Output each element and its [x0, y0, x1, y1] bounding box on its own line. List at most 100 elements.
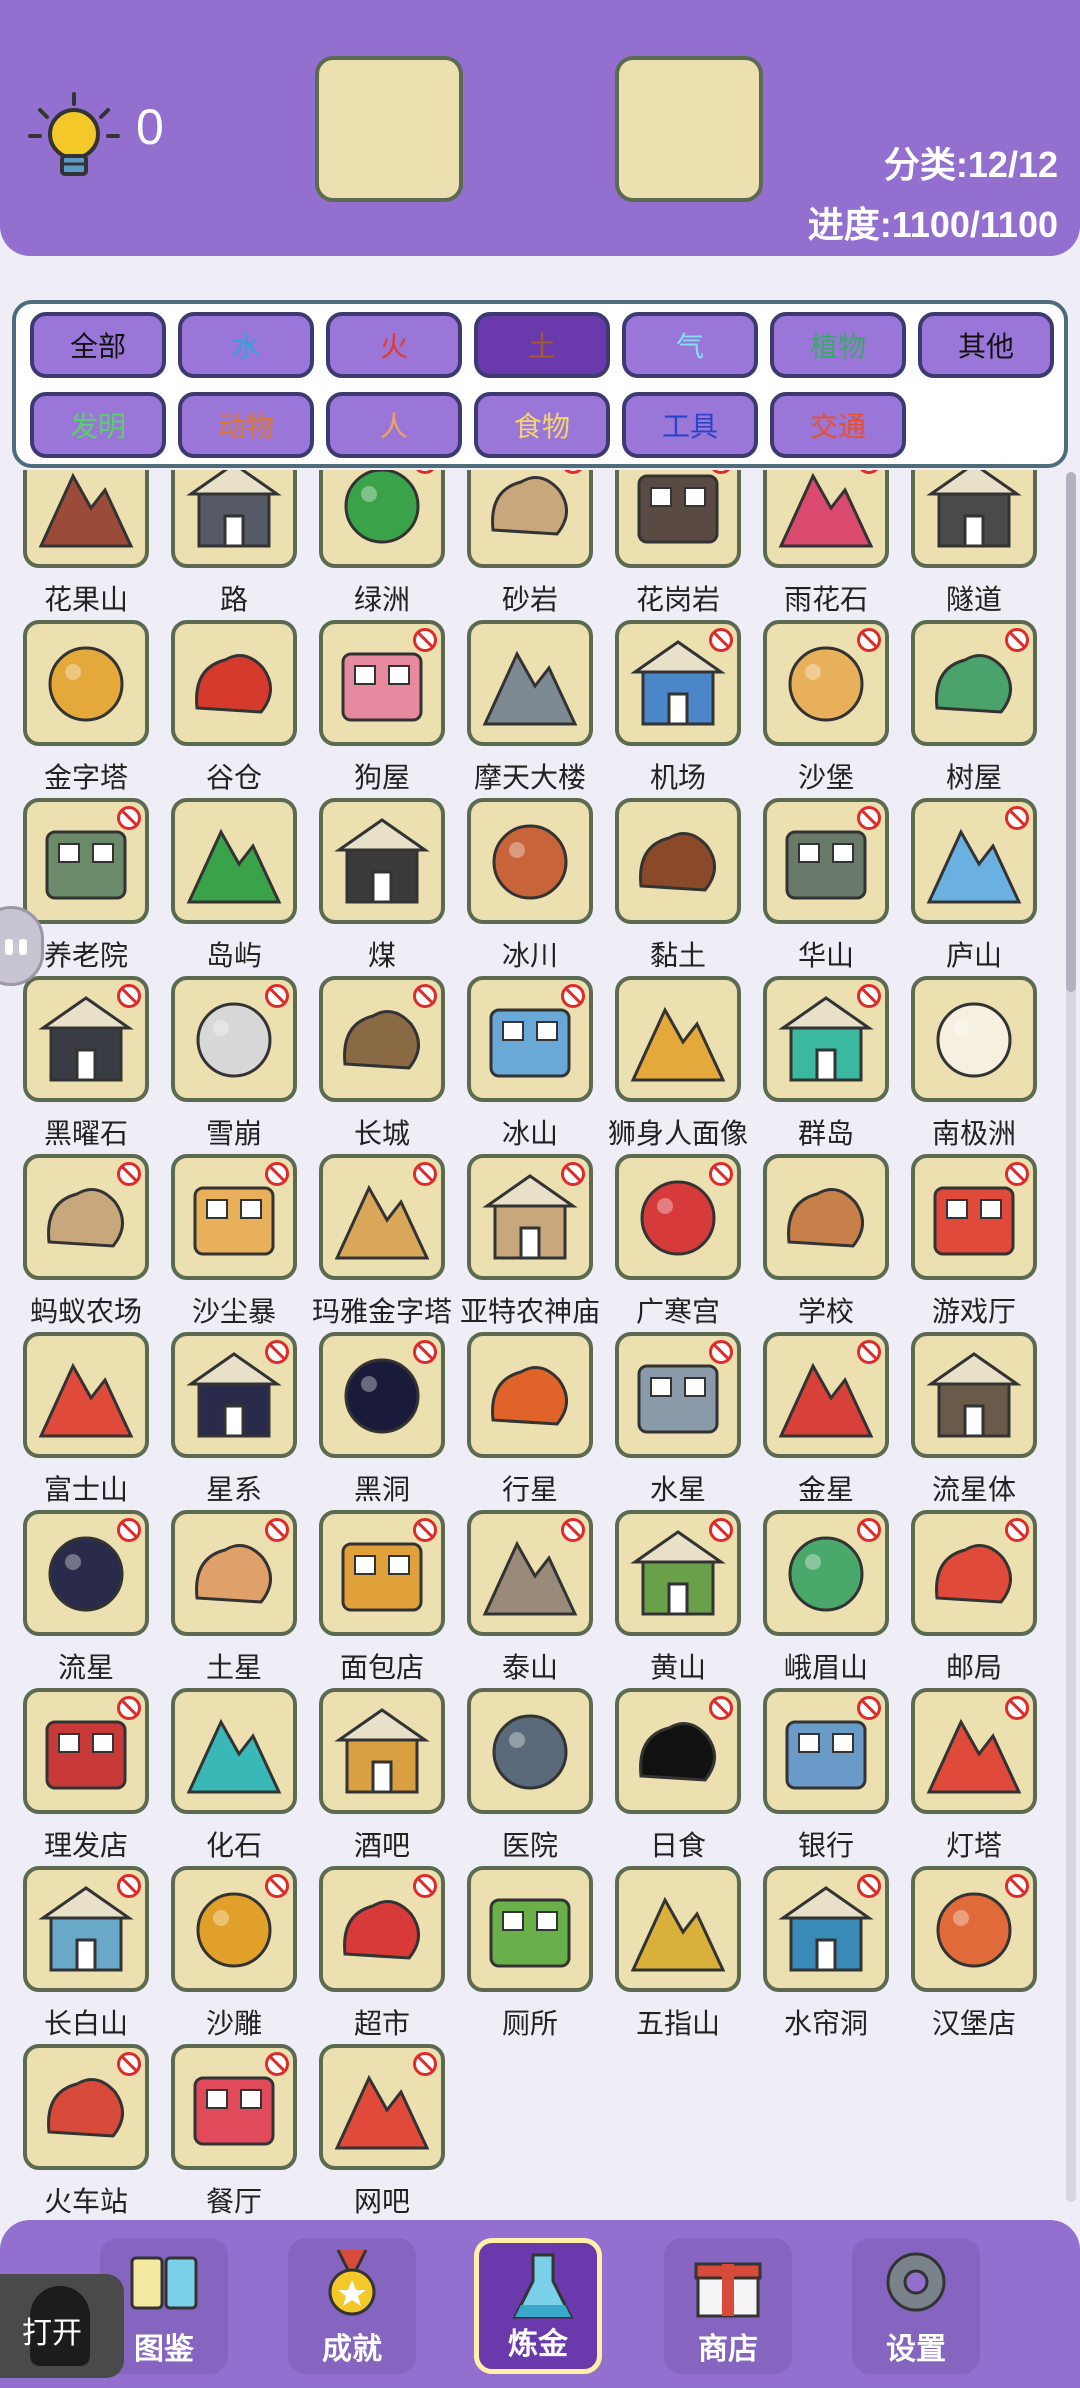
element-tile[interactable]: 网吧 [308, 2044, 456, 2220]
element-tile[interactable]: 隧道 [900, 470, 1048, 618]
nav-tab[interactable]: 设置 [852, 2238, 980, 2374]
element-tile[interactable]: 邮局 [900, 1510, 1048, 1686]
element-icon-box[interactable] [171, 1510, 297, 1636]
element-tile[interactable]: 流星体 [900, 1332, 1048, 1508]
element-tile[interactable]: 岛屿 [160, 798, 308, 974]
element-icon-box[interactable] [763, 470, 889, 568]
element-tile[interactable]: 玛雅金字塔 [308, 1154, 456, 1330]
element-icon-box[interactable] [171, 620, 297, 746]
element-tile[interactable]: 黑曜石 [12, 976, 160, 1152]
element-icon-box[interactable] [911, 470, 1037, 568]
nav-tab[interactable]: 成就 [288, 2238, 416, 2374]
element-tile[interactable]: 花果山 [12, 470, 160, 618]
element-tile[interactable]: 机场 [604, 620, 752, 796]
element-tile[interactable]: 厕所 [456, 1866, 604, 2042]
element-tile[interactable]: 长白山 [12, 1866, 160, 2042]
element-icon-box[interactable] [171, 976, 297, 1102]
element-tile[interactable]: 泰山 [456, 1510, 604, 1686]
element-tile[interactable]: 医院 [456, 1688, 604, 1864]
element-tile[interactable]: 五指山 [604, 1866, 752, 2042]
element-icon-box[interactable] [615, 1332, 741, 1458]
element-tile[interactable]: 土星 [160, 1510, 308, 1686]
open-button[interactable]: 打开 [0, 2274, 124, 2378]
filter-chip[interactable]: 人 [326, 392, 462, 458]
element-icon-box[interactable] [23, 1332, 149, 1458]
element-icon-box[interactable] [319, 976, 445, 1102]
element-icon-box[interactable] [23, 620, 149, 746]
element-tile[interactable]: 化石 [160, 1688, 308, 1864]
element-tile[interactable]: 黏土 [604, 798, 752, 974]
scrollbar[interactable] [1066, 472, 1076, 2202]
element-icon-box[interactable] [319, 1866, 445, 1992]
element-icon-box[interactable] [911, 1332, 1037, 1458]
element-tile[interactable]: 富士山 [12, 1332, 160, 1508]
element-icon-box[interactable] [467, 620, 593, 746]
element-tile[interactable]: 沙雕 [160, 1866, 308, 2042]
element-tile[interactable]: 银行 [752, 1688, 900, 1864]
element-tile[interactable]: 广寒宫 [604, 1154, 752, 1330]
element-icon-box[interactable] [171, 1688, 297, 1814]
element-tile[interactable]: 汉堡店 [900, 1866, 1048, 2042]
element-icon-box[interactable] [23, 470, 149, 568]
filter-chip[interactable]: 动物 [178, 392, 314, 458]
element-tile[interactable]: 煤 [308, 798, 456, 974]
element-icon-box[interactable] [171, 1866, 297, 1992]
element-icon-box[interactable] [615, 1866, 741, 1992]
element-tile[interactable]: 冰川 [456, 798, 604, 974]
element-icon-box[interactable] [23, 1866, 149, 1992]
element-tile[interactable]: 雨花石 [752, 470, 900, 618]
element-icon-box[interactable] [911, 798, 1037, 924]
element-tile[interactable]: 日食 [604, 1688, 752, 1864]
element-icon-box[interactable] [319, 798, 445, 924]
element-icon-box[interactable] [763, 1154, 889, 1280]
element-tile[interactable]: 黄山 [604, 1510, 752, 1686]
element-tile[interactable]: 雪崩 [160, 976, 308, 1152]
filter-chip[interactable]: 发明 [30, 392, 166, 458]
nav-tab[interactable]: 商店 [664, 2238, 792, 2374]
element-icon-box[interactable] [467, 798, 593, 924]
element-tile[interactable]: 水帘洞 [752, 1866, 900, 2042]
element-icon-box[interactable] [23, 2044, 149, 2170]
element-tile[interactable]: 长城 [308, 976, 456, 1152]
element-icon-box[interactable] [911, 1154, 1037, 1280]
element-icon-box[interactable] [467, 470, 593, 568]
element-icon-box[interactable] [763, 1866, 889, 1992]
element-icon-box[interactable] [467, 1510, 593, 1636]
element-icon-box[interactable] [171, 470, 297, 568]
element-tile[interactable]: 沙尘暴 [160, 1154, 308, 1330]
filter-chip[interactable]: 交通 [770, 392, 906, 458]
element-icon-box[interactable] [171, 798, 297, 924]
element-tile[interactable]: 水星 [604, 1332, 752, 1508]
element-tile[interactable]: 星系 [160, 1332, 308, 1508]
element-icon-box[interactable] [467, 976, 593, 1102]
element-icon-box[interactable] [763, 976, 889, 1102]
element-icon-box[interactable] [763, 1332, 889, 1458]
filter-chip[interactable]: 工具 [622, 392, 758, 458]
element-tile[interactable]: 超市 [308, 1866, 456, 2042]
element-icon-box[interactable] [319, 2044, 445, 2170]
element-icon-box[interactable] [911, 1510, 1037, 1636]
element-tile[interactable]: 摩天大楼 [456, 620, 604, 796]
element-tile[interactable]: 狮身人面像 [604, 976, 752, 1152]
element-icon-box[interactable] [763, 1510, 889, 1636]
element-tile[interactable]: 树屋 [900, 620, 1048, 796]
combine-slot-left[interactable] [315, 56, 463, 202]
element-icon-box[interactable] [23, 1154, 149, 1280]
element-icon-box[interactable] [763, 798, 889, 924]
element-tile[interactable]: 蚂蚁农场 [12, 1154, 160, 1330]
element-icon-box[interactable] [615, 1688, 741, 1814]
lightbulb-icon[interactable] [24, 88, 124, 188]
element-tile[interactable]: 理发店 [12, 1688, 160, 1864]
element-icon-box[interactable] [615, 798, 741, 924]
element-icon-box[interactable] [23, 976, 149, 1102]
element-tile[interactable]: 灯塔 [900, 1688, 1048, 1864]
element-icon-box[interactable] [319, 620, 445, 746]
element-icon-box[interactable] [319, 1688, 445, 1814]
element-icon-box[interactable] [319, 1154, 445, 1280]
element-tile[interactable]: 谷仓 [160, 620, 308, 796]
element-tile[interactable]: 花岗岩 [604, 470, 752, 618]
element-icon-box[interactable] [467, 1866, 593, 1992]
element-icon-box[interactable] [467, 1332, 593, 1458]
element-icon-box[interactable] [171, 1154, 297, 1280]
scrollbar-thumb[interactable] [1066, 472, 1076, 992]
